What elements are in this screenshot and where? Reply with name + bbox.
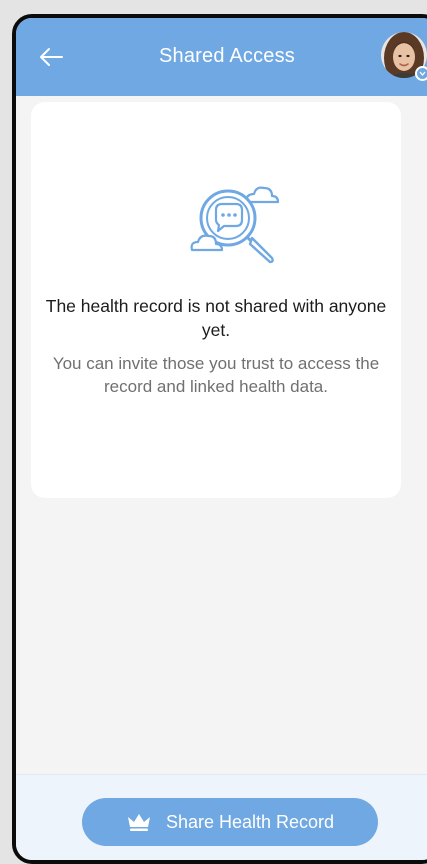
empty-state-card: The health record is not shared with any…	[31, 102, 401, 498]
empty-state-title: The health record is not shared with any…	[45, 296, 387, 340]
phone-frame: Shared Access The health record is not s…	[12, 14, 427, 864]
avatar[interactable]	[381, 32, 427, 81]
app-header: Shared Access	[16, 18, 427, 96]
chevron-down-icon	[419, 71, 426, 76]
share-button-label: Share Health Record	[165, 811, 335, 832]
share-health-record-button[interactable]: Share Health Record	[82, 798, 378, 846]
crown-icon	[127, 814, 150, 831]
empty-state-description: You can invite those you trust to access…	[52, 354, 380, 396]
search-chat-icon	[190, 186, 280, 264]
avatar-badge	[415, 66, 427, 81]
page-title: Shared Access	[158, 45, 295, 67]
